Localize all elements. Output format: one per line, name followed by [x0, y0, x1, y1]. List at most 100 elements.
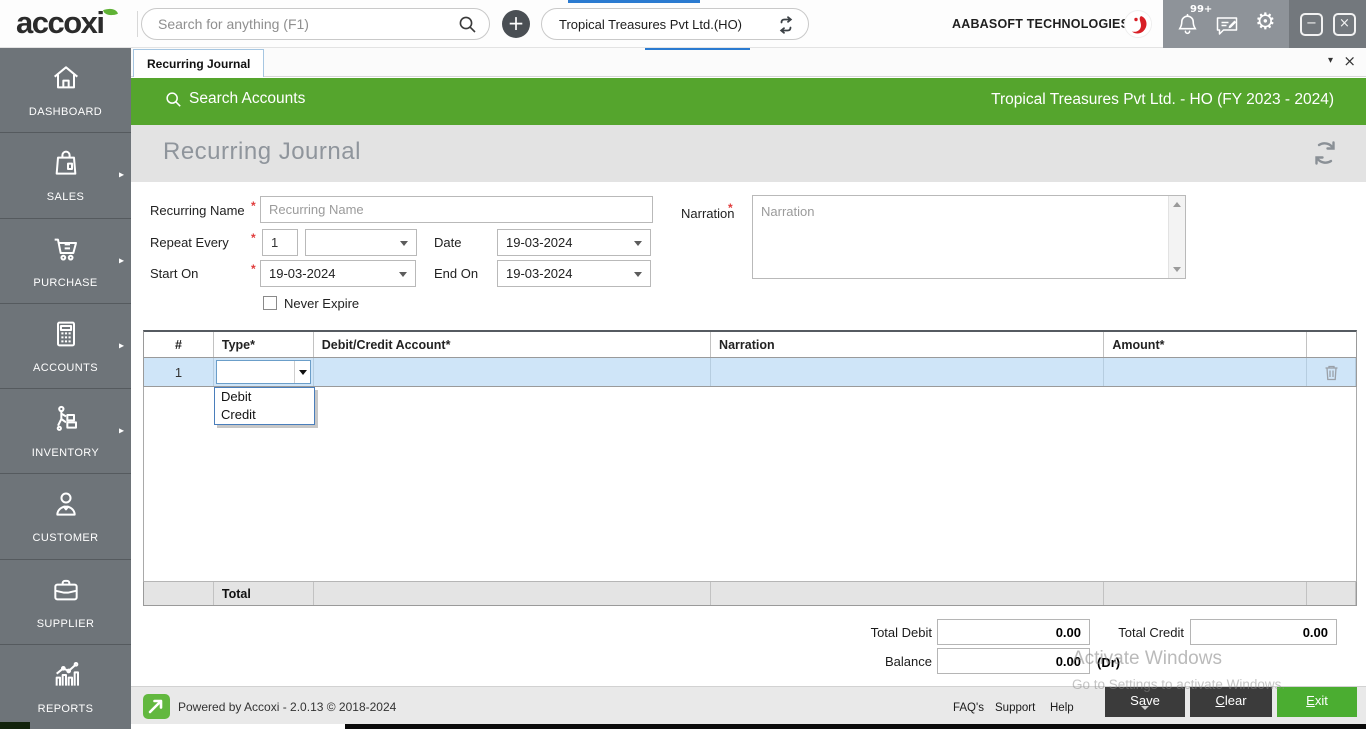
- sidebar-item-label: INVENTORY: [31, 447, 100, 460]
- divider: [137, 11, 138, 37]
- user-avatar[interactable]: [1124, 10, 1152, 38]
- total-credit-value: 0.00: [1190, 619, 1337, 645]
- type-dropdown-list: Debit Credit: [214, 387, 315, 425]
- start-on-select[interactable]: 19-03-2024: [260, 260, 416, 287]
- add-new-button[interactable]: +: [502, 10, 530, 38]
- chevron-down-icon: [634, 272, 642, 277]
- total-debit-label: Total Debit: [870, 625, 932, 640]
- search-accounts-button[interactable]: Search Accounts: [165, 90, 305, 108]
- home-icon: [49, 62, 83, 99]
- chevron-right-icon: ▸: [118, 169, 124, 181]
- global-search[interactable]: [141, 8, 490, 40]
- account-cell[interactable]: [314, 358, 712, 386]
- chevron-down-icon: [634, 241, 642, 246]
- sidebar-item-dashboard[interactable]: DASHBOARD: [0, 48, 131, 134]
- faqs-link[interactable]: FAQ's: [953, 702, 984, 714]
- sidebar-item-purchase[interactable]: PURCHASE ▸: [0, 219, 131, 304]
- row-number: 1: [144, 358, 214, 386]
- dropdown-option-credit[interactable]: Credit: [215, 406, 314, 424]
- tab-close-icon[interactable]: ×: [1343, 52, 1356, 70]
- sidebar-item-sales[interactable]: SALES ▸: [0, 133, 131, 219]
- search-accounts-label: Search Accounts: [189, 90, 306, 107]
- table-total-row: Total: [143, 581, 1357, 606]
- col-header-amount: Amount*: [1104, 332, 1308, 357]
- col-header-account: Debit/Credit Account*: [314, 332, 712, 357]
- exit-button[interactable]: Exit: [1277, 687, 1357, 717]
- org-menu[interactable]: AABASOFT TECHNOLOGIES▸: [952, 0, 1139, 48]
- global-search-input[interactable]: [158, 10, 448, 38]
- minimize-button[interactable]: −: [1300, 13, 1323, 36]
- amount-cell[interactable]: [1104, 358, 1308, 386]
- chevron-down-icon: [399, 272, 407, 277]
- journal-lines-table: # Type* Debit/Credit Account* Narration …: [143, 330, 1357, 606]
- sidebar-nav: DASHBOARD SALES ▸ PURCHASE ▸ ACCOUNTS ▸: [0, 48, 131, 729]
- tab-bar: Recurring Journal ▾ ×: [131, 48, 1366, 77]
- date-select[interactable]: 19-03-2024: [497, 229, 651, 256]
- org-name: AABASOFT TECHNOLOGIES: [952, 17, 1130, 31]
- refresh-icon[interactable]: [1310, 138, 1340, 173]
- required-marker: *: [251, 199, 256, 213]
- taskbar-fragment: [345, 724, 1366, 729]
- support-link[interactable]: Support: [995, 702, 1035, 714]
- sidebar-item-inventory[interactable]: INVENTORY ▸: [0, 389, 131, 475]
- help-link[interactable]: Help: [1050, 702, 1074, 714]
- required-marker: *: [251, 231, 256, 245]
- narration-textarea[interactable]: [753, 196, 1168, 278]
- bar-chart-icon: [49, 659, 83, 696]
- sidebar-item-accounts[interactable]: ACCOUNTS ▸: [0, 304, 131, 389]
- accoxi-logo: accoxi: [16, 5, 105, 40]
- delete-row-icon[interactable]: [1324, 365, 1339, 385]
- end-on-select[interactable]: 19-03-2024: [497, 260, 651, 287]
- total-debit-value: 0.00: [937, 619, 1090, 645]
- type-select[interactable]: [215, 360, 311, 384]
- tab-list-dropdown-icon[interactable]: ▾: [1328, 55, 1333, 66]
- end-on-label: End On: [434, 266, 479, 281]
- never-expire-checkbox[interactable]: [263, 296, 277, 310]
- narration-label: Narration: [681, 206, 735, 221]
- table-row: 1: [143, 358, 1357, 387]
- table-body-empty: Debit Credit: [143, 387, 1357, 581]
- messages-icon[interactable]: [1215, 15, 1239, 42]
- sidebar-item-reports[interactable]: REPORTS: [0, 645, 131, 729]
- start-on-label: Start On: [150, 266, 199, 281]
- person-icon: [49, 488, 83, 525]
- chevron-down-icon[interactable]: [293, 361, 310, 383]
- chevron-down-icon: [400, 241, 408, 246]
- scrollbar[interactable]: [1168, 196, 1185, 278]
- col-header-actions: [1307, 332, 1356, 357]
- search-icon[interactable]: [458, 15, 477, 39]
- company-fiscal-year: Tropical Treasures Pvt Ltd. - HO (FY 202…: [991, 91, 1334, 108]
- bell-icon[interactable]: [1175, 12, 1200, 42]
- dropdown-option-debit[interactable]: Debit: [215, 388, 314, 406]
- logo-leaf-icon: [103, 6, 118, 18]
- hand-truck-icon: [49, 403, 83, 440]
- activate-windows-watermark: Activate Windows: [1072, 648, 1222, 669]
- narration-cell[interactable]: [711, 358, 1105, 386]
- never-expire-label: Never Expire: [284, 296, 360, 311]
- recurring-name-input[interactable]: [260, 196, 653, 223]
- sidebar-item-customer[interactable]: CUSTOMER: [0, 474, 131, 560]
- tab-recurring-journal[interactable]: Recurring Journal: [133, 49, 265, 77]
- accoxi-footer-logo: [143, 694, 170, 724]
- required-marker: *: [251, 262, 256, 276]
- actions-cell: [1307, 358, 1357, 386]
- recurring-name-label: Recurring Name: [150, 203, 245, 218]
- cart-icon: [49, 233, 83, 270]
- company-selector-label: Tropical Treasures Pvt Ltd.(HO): [559, 17, 743, 32]
- close-button[interactable]: ×: [1333, 13, 1356, 36]
- total-credit-label: Total Credit: [1118, 625, 1184, 640]
- gear-icon[interactable]: ⚙: [1255, 9, 1276, 35]
- repeat-every-count-input[interactable]: [262, 229, 298, 256]
- sidebar-item-label: DASHBOARD: [28, 106, 103, 119]
- scroll-down-icon[interactable]: [1173, 267, 1181, 272]
- repeat-every-unit-select[interactable]: [305, 229, 417, 256]
- narration-field: [752, 195, 1186, 279]
- taskbar-fragment: [0, 722, 30, 729]
- scroll-up-icon[interactable]: [1173, 202, 1181, 207]
- chevron-right-icon: ▸: [118, 255, 124, 267]
- sidebar-item-supplier[interactable]: SUPPLIER: [0, 560, 131, 645]
- company-selector[interactable]: Tropical Treasures Pvt Ltd.(HO): [541, 8, 809, 40]
- switch-company-icon[interactable]: [776, 15, 796, 40]
- notification-panel: ⚙: [1163, 0, 1289, 48]
- window-controls: − ×: [1289, 0, 1366, 48]
